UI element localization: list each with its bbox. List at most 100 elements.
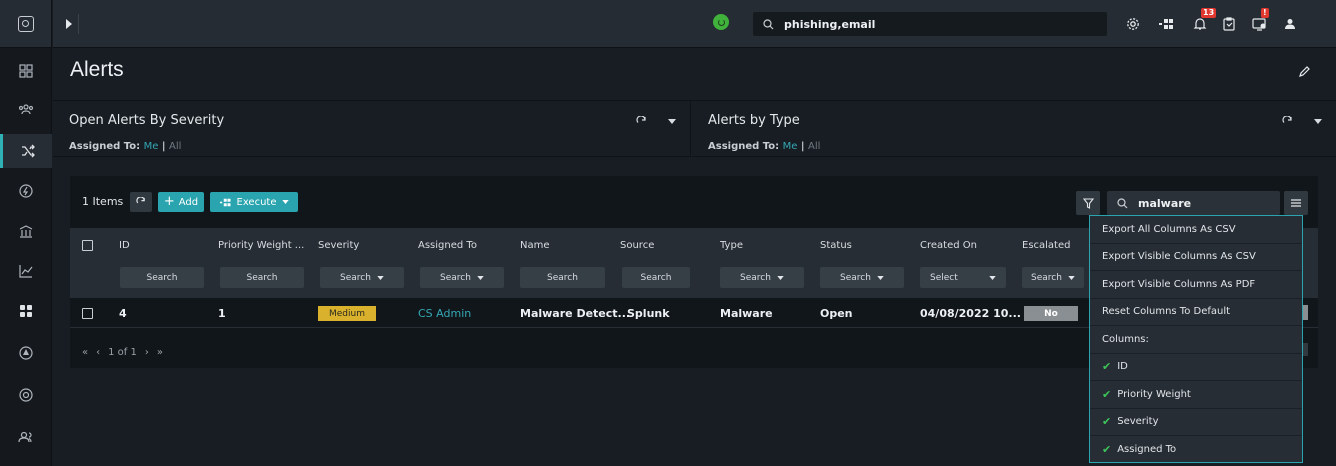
filter-assigned-to[interactable]: Search: [420, 267, 504, 288]
task-checklist-icon[interactable]: [1220, 15, 1238, 33]
menu-columns-heading: Columns:: [1090, 326, 1302, 354]
column-header-source[interactable]: Source: [620, 240, 654, 251]
settings-gear-icon[interactable]: [1124, 15, 1142, 33]
grid-search-input[interactable]: [1138, 196, 1268, 210]
filter-type[interactable]: Search: [720, 267, 804, 288]
menu-item-export-all-csv[interactable]: Export All Columns As CSV: [1090, 216, 1302, 244]
execute-button[interactable]: Execute: [210, 192, 298, 212]
filter-status[interactable]: Search: [820, 267, 904, 288]
search-icon: [1117, 197, 1128, 208]
column-header-id[interactable]: ID: [119, 240, 130, 251]
expand-sidebar-button[interactable]: [59, 14, 79, 34]
column-toggle-id[interactable]: ✔ ID: [1090, 354, 1302, 381]
assigned-to-filter: Assigned To: Me | All: [708, 141, 820, 152]
column-toggle-assigned-to[interactable]: ✔ Assigned To: [1090, 436, 1302, 464]
filter-severity[interactable]: Search: [320, 267, 404, 288]
chevron-down-icon[interactable]: [668, 119, 676, 124]
cell-assigned-to[interactable]: CS Admin: [418, 307, 471, 320]
chevron-down-icon: [281, 200, 289, 204]
menu-heading-label: Columns:: [1102, 333, 1149, 345]
menu-item-label: Export Visible Columns As CSV: [1102, 251, 1256, 263]
filter-priority-weight[interactable]: Search: [220, 267, 304, 288]
lightning-icon[interactable]: [0, 174, 52, 208]
row-checkbox[interactable]: [82, 308, 93, 319]
assigned-me-link[interactable]: Me: [783, 141, 798, 152]
execute-button-label: Execute: [236, 196, 277, 208]
assigned-all-link[interactable]: All: [169, 141, 181, 152]
escalated-badge: No: [1024, 306, 1078, 321]
refresh-icon[interactable]: [1282, 116, 1293, 127]
checkmark-icon: ✔: [1102, 387, 1112, 401]
chevron-down-icon: [377, 275, 384, 280]
play-icon: [65, 19, 72, 29]
filter-escalated-label: Search: [1031, 272, 1062, 283]
column-toggle-severity[interactable]: ✔ Severity: [1090, 409, 1302, 436]
add-button[interactable]: + Add: [158, 192, 204, 212]
users-icon[interactable]: [0, 420, 52, 454]
items-count: 1 Items: [82, 195, 124, 208]
filter-priority-weight-label: Search: [246, 272, 278, 283]
hamburger-icon: [1291, 199, 1301, 207]
assigned-me-link[interactable]: Me: [144, 141, 159, 152]
connection-status-icon[interactable]: [713, 14, 729, 30]
user-profile-icon[interactable]: [1281, 15, 1299, 33]
row-badge-overflow: [1303, 305, 1308, 320]
shuffle-icon[interactable]: [0, 134, 52, 168]
menu-item-reset-columns[interactable]: Reset Columns To Default: [1090, 299, 1302, 326]
filter-id[interactable]: Search: [120, 267, 204, 288]
column-header-type[interactable]: Type: [720, 240, 743, 251]
prev-page-icon[interactable]: ‹: [96, 347, 100, 358]
refresh-icon[interactable]: [636, 116, 647, 127]
cell-source: Splunk: [627, 307, 670, 320]
queue-icon[interactable]: [1158, 15, 1176, 33]
column-toggle-label: Assigned To: [1117, 443, 1177, 455]
menu-item-label: Export All Columns As CSV: [1102, 223, 1236, 235]
support-icon[interactable]: [0, 378, 52, 412]
radar-icon[interactable]: [0, 336, 52, 370]
filter-created-on[interactable]: Select: [920, 267, 1006, 288]
next-page-icon[interactable]: ›: [145, 347, 149, 358]
menu-item-export-visible-pdf[interactable]: Export Visible Columns As PDF: [1090, 271, 1302, 299]
select-all-checkbox[interactable]: [82, 240, 93, 251]
filter-escalated[interactable]: Search: [1022, 267, 1084, 288]
page-title: Alerts: [70, 58, 124, 81]
filter-button[interactable]: [1076, 191, 1100, 215]
bank-icon[interactable]: [0, 214, 52, 248]
global-search[interactable]: [753, 12, 1107, 36]
column-toggle-priority-weight[interactable]: ✔ Priority Weight: [1090, 381, 1302, 409]
grid-refresh-button[interactable]: [130, 192, 152, 212]
edit-pencil-icon[interactable]: [1298, 66, 1310, 78]
grid-menu-button[interactable]: [1284, 191, 1308, 215]
pager-overflow: [1303, 343, 1308, 356]
column-header-priority-weight[interactable]: Priority Weight ...: [218, 240, 304, 251]
people-group-icon[interactable]: [0, 92, 52, 126]
refresh-icon: [136, 197, 145, 204]
column-toggle-label: Severity: [1117, 416, 1159, 428]
column-header-severity[interactable]: Severity: [318, 240, 359, 251]
chevron-down-icon: [877, 275, 884, 280]
first-page-icon[interactable]: «: [82, 347, 88, 358]
column-header-name[interactable]: Name: [520, 240, 550, 251]
checkmark-icon: ✔: [1102, 442, 1112, 456]
column-header-created-on[interactable]: Created On: [920, 240, 977, 251]
grid-options-menu: Export All Columns As CSV Export Visible…: [1089, 215, 1303, 464]
widget-alerts-by-type: Alerts by Type Assigned To: Me | All: [692, 101, 1336, 157]
menu-item-export-visible-csv[interactable]: Export Visible Columns As CSV: [1090, 244, 1302, 271]
column-header-escalated[interactable]: Escalated: [1022, 240, 1070, 251]
assigned-all-link[interactable]: All: [808, 141, 820, 152]
dashboard-icon[interactable]: [0, 54, 52, 88]
last-page-icon[interactable]: »: [157, 347, 163, 358]
filter-name-label: Search: [547, 272, 578, 283]
chart-icon[interactable]: [0, 254, 52, 288]
app-logo[interactable]: [0, 0, 51, 48]
cell-type: Malware: [720, 307, 773, 320]
grid-search[interactable]: [1107, 191, 1280, 215]
chevron-down-icon[interactable]: [1314, 119, 1322, 124]
column-header-assigned-to[interactable]: Assigned To: [418, 240, 477, 251]
filter-source[interactable]: Search: [622, 267, 690, 288]
apps-icon[interactable]: [0, 294, 52, 328]
global-search-input[interactable]: [784, 17, 1084, 31]
column-header-status[interactable]: Status: [820, 240, 852, 251]
logo-icon: [17, 15, 34, 32]
filter-name[interactable]: Search: [520, 267, 605, 288]
